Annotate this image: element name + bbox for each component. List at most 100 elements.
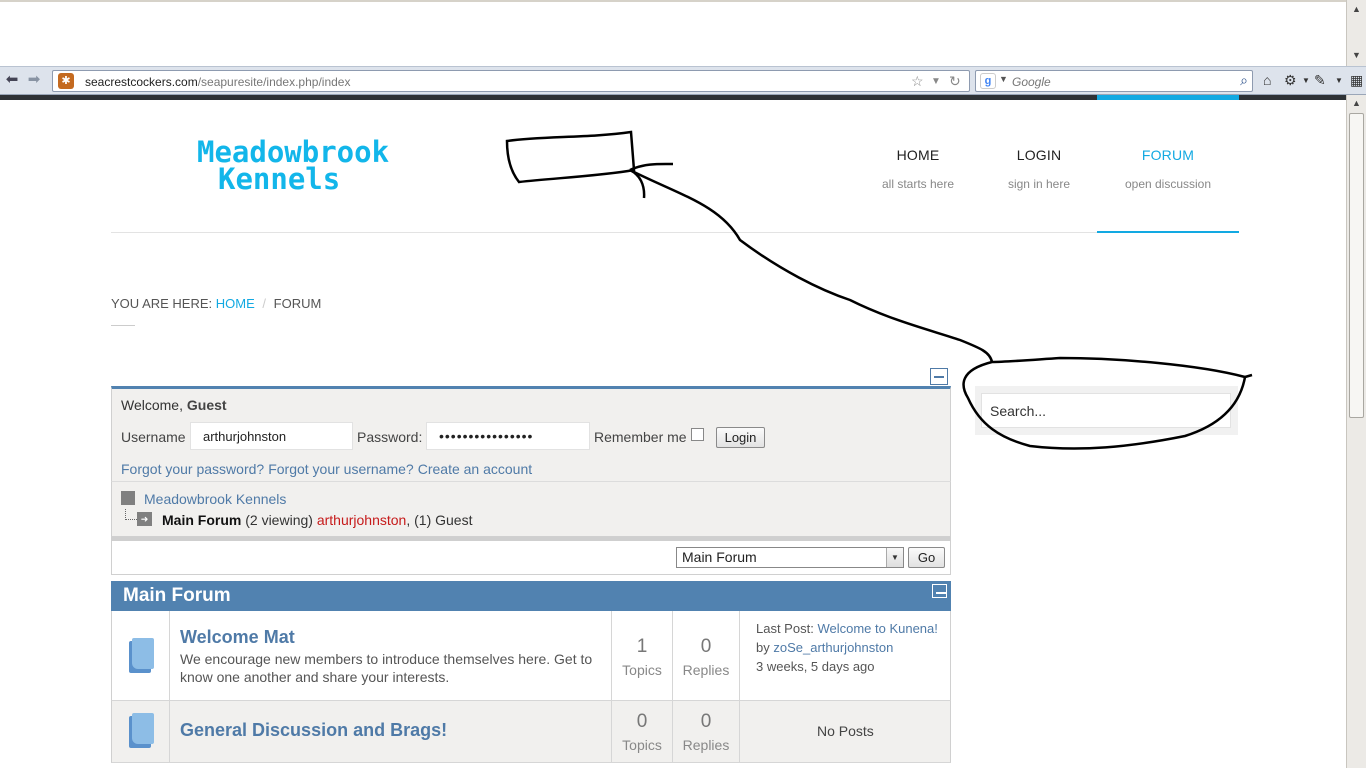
forum-jump-select[interactable]: Main Forum ▼ <box>676 547 904 568</box>
bookmark-star-icon[interactable]: ☆ <box>911 73 924 90</box>
replies-count: 0 Replies <box>682 711 730 753</box>
stats-viewing: (2 viewing) <box>245 512 313 528</box>
account-links: Forgot your password? Forgot your usernam… <box>121 461 536 477</box>
nav-item-forum[interactable]: FORUM open discussion <box>1118 100 1218 191</box>
username-label: Username <box>121 429 186 445</box>
last-post-time: 3 weeks, 5 days ago <box>756 659 875 674</box>
nav-login-subtitle: sign in here <box>1007 177 1071 191</box>
history-dropdown-icon[interactable]: ▼ <box>931 76 941 87</box>
breadcrumb-separator: / <box>262 296 267 311</box>
reload-icon[interactable]: ↻ <box>949 73 961 90</box>
logo-line-2: Kennels <box>218 162 341 196</box>
tools-dropdown-icon[interactable]: ▼ <box>1335 76 1343 85</box>
forum-book-icon <box>129 638 155 674</box>
site-logo[interactable]: Meadowbrook Kennels <box>197 138 389 196</box>
username-field[interactable]: arthurjohnston <box>190 422 353 450</box>
home-icon[interactable]: ⌂ <box>1263 72 1271 88</box>
forum-book-icon <box>129 713 155 749</box>
forum-row: Welcome Mat We encourage new members to … <box>111 611 951 701</box>
last-post-link[interactable]: Welcome to Kunena! <box>817 621 937 636</box>
nav-home-title: HOME <box>896 147 940 163</box>
stats-guests: , (1) Guest <box>406 512 473 528</box>
forgot-username-link[interactable]: Forgot your username? <box>268 461 414 477</box>
sidebar-search-module: Search... <box>975 386 1238 435</box>
page-scroll-up-icon[interactable]: ▲ <box>1352 98 1361 108</box>
cell-divider <box>739 701 740 762</box>
login-panel: Welcome, Guest Username arthurjohnston P… <box>111 386 951 481</box>
blank-toolbar-area <box>0 2 1346 66</box>
address-bar[interactable]: ✱ seacrestcockers.com/seapuresite/index.… <box>52 70 970 92</box>
breadcrumb: YOU ARE HERE: HOME / FORUM <box>111 296 321 311</box>
last-post-label: Last Post: <box>756 621 814 636</box>
addon-icon[interactable]: ⚙ <box>1284 72 1297 89</box>
forum-stats-panel: Meadowbrook Kennels ➜ Main Forum (2 view… <box>111 481 951 537</box>
forum-icon-cell <box>112 611 170 700</box>
go-button[interactable]: Go <box>908 547 945 568</box>
topics-count: 0 Topics <box>622 711 662 753</box>
no-posts-text: No Posts <box>817 723 874 739</box>
last-post-info: Last Post: Welcome to Kunena! by zoSe_ar… <box>756 619 946 676</box>
nav-login-title: LOGIN <box>1016 147 1062 163</box>
nav-home-subtitle: all starts here <box>881 177 955 191</box>
addon-dropdown-icon[interactable]: ▼ <box>1302 76 1310 85</box>
select-dropdown-icon[interactable]: ▼ <box>886 548 903 567</box>
remember-checkbox[interactable] <box>691 428 704 441</box>
nav-item-home[interactable]: HOME all starts here <box>876 100 960 191</box>
forum-category-header: Main Forum <box>111 581 951 611</box>
nav-forum-title: FORUM <box>1141 147 1195 163</box>
remember-label: Remember me <box>594 429 687 445</box>
forward-arrow-icon[interactable]: ➡ <box>25 71 43 89</box>
paw-favicon-icon: ✱ <box>58 73 74 89</box>
scroll-down-arrow-icon[interactable]: ▼ <box>1352 50 1361 60</box>
collapse-forum-button[interactable] <box>932 584 947 598</box>
scroll-up-arrow-icon[interactable]: ▲ <box>1352 4 1361 14</box>
stats-forum-name[interactable]: Main Forum <box>162 512 241 528</box>
forum-category-title[interactable]: Main Forum <box>123 585 231 607</box>
forum-title-link[interactable]: Welcome Mat <box>180 627 295 648</box>
breadcrumb-prefix: YOU ARE HERE: <box>111 296 213 311</box>
forgot-password-link[interactable]: Forgot your password? <box>121 461 264 477</box>
breadcrumb-underline <box>111 325 135 326</box>
browser-navigation-bar: ⬅ ➡ ✱ seacrestcockers.com/seapuresite/in… <box>0 66 1366 95</box>
breadcrumb-home-link[interactable]: HOME <box>216 296 255 311</box>
forum-arrow-icon: ➜ <box>137 512 152 526</box>
stats-user-link[interactable]: arthurjohnston <box>317 512 407 528</box>
address-url[interactable]: seacrestcockers.com/seapuresite/index.ph… <box>85 75 350 89</box>
create-account-link[interactable]: Create an account <box>418 461 532 477</box>
forum-title-link[interactable]: General Discussion and Brags! <box>180 720 447 741</box>
page-scrollbar[interactable]: ▲ <box>1346 95 1366 768</box>
menu-grid-icon[interactable]: ▦ <box>1350 72 1363 89</box>
password-field[interactable]: •••••••••••••••• <box>426 422 590 450</box>
search-magnifier-icon[interactable]: ⌕ <box>1240 72 1248 89</box>
cell-divider <box>672 701 673 762</box>
window-scrollbar-top[interactable]: ▲ ▼ <box>1346 0 1366 66</box>
breadcrumb-current: FORUM <box>273 296 322 311</box>
browser-search-box[interactable]: g ▼ Google ⌕ <box>975 70 1253 92</box>
back-arrow-icon[interactable]: ⬅ <box>3 71 21 89</box>
welcome-text: Welcome, Guest <box>121 397 227 413</box>
browser-search-placeholder: Google <box>1012 75 1051 89</box>
stats-site-link[interactable]: Meadowbrook Kennels <box>144 491 286 507</box>
engine-dropdown-icon[interactable]: ▼ <box>999 74 1008 84</box>
login-button[interactable]: Login <box>716 427 765 448</box>
google-engine-icon[interactable]: g <box>980 73 996 89</box>
tools-icon[interactable]: ✎ <box>1314 72 1326 89</box>
last-post-author-link[interactable]: zoSe_arthurjohnston <box>773 640 893 655</box>
forum-jump-bar: Main Forum ▼ Go <box>111 541 951 575</box>
nav-forum-subtitle: open discussion <box>1124 177 1212 191</box>
forum-jump-selected: Main Forum <box>682 549 757 565</box>
cell-divider <box>739 611 740 700</box>
tree-connector <box>125 509 137 520</box>
welcome-user: Guest <box>186 397 227 413</box>
cell-divider <box>672 611 673 700</box>
page-scroll-thumb[interactable] <box>1349 113 1364 418</box>
password-label: Password: <box>357 429 423 445</box>
site-search-input[interactable]: Search... <box>981 393 1231 428</box>
forum-description: We encourage new members to introduce th… <box>180 651 593 685</box>
header-divider <box>111 232 1097 233</box>
last-post-by: by <box>756 640 770 655</box>
collapse-login-button[interactable] <box>930 368 948 385</box>
active-nav-underline <box>1097 231 1239 233</box>
replies-count: 0 Replies <box>682 636 730 678</box>
nav-item-login[interactable]: LOGIN sign in here <box>1001 100 1077 191</box>
